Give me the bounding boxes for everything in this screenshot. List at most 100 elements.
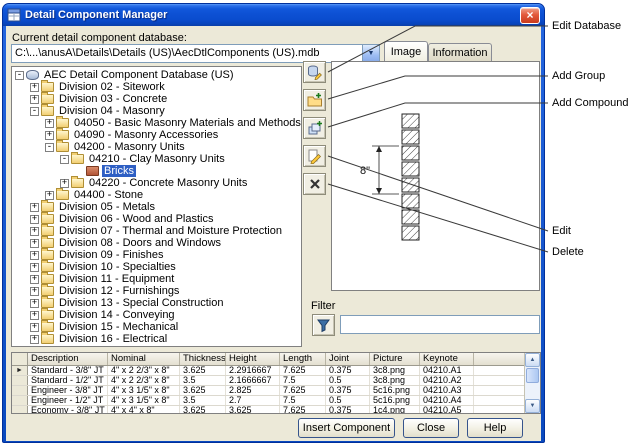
expand-icon[interactable]: + bbox=[30, 286, 39, 296]
expand-icon[interactable]: + bbox=[30, 334, 39, 344]
table-cell: 3c8.png bbox=[370, 366, 420, 375]
add-compound-button[interactable] bbox=[303, 117, 326, 139]
expand-icon[interactable]: + bbox=[30, 274, 39, 284]
expand-icon[interactable]: + bbox=[45, 118, 54, 128]
window-icon bbox=[7, 8, 21, 22]
tree-item[interactable]: + Division 02 - Sitework bbox=[12, 80, 301, 93]
tree-item[interactable]: + Division 13 - Special Construction bbox=[12, 296, 301, 309]
detail-component-manager-window: Detail Component Manager × Current detai… bbox=[2, 3, 545, 443]
column-header[interactable]: Picture bbox=[370, 353, 420, 365]
table-cell: 7.625 bbox=[280, 366, 326, 375]
tree-item[interactable]: +04400 - Stone bbox=[12, 188, 301, 201]
folder-icon bbox=[41, 224, 54, 236]
expand-icon[interactable]: + bbox=[60, 178, 69, 188]
folder-icon bbox=[41, 212, 54, 224]
grid-scrollbar[interactable]: ▲ ▼ bbox=[524, 353, 540, 413]
close-icon[interactable]: × bbox=[520, 6, 540, 24]
expand-icon[interactable]: + bbox=[30, 250, 39, 260]
edit-database-button[interactable] bbox=[303, 61, 326, 83]
column-header[interactable]: Nominal bbox=[108, 353, 180, 365]
tab-information[interactable]: Information bbox=[428, 43, 492, 61]
tree-item[interactable]: + Division 08 - Doors and Windows bbox=[12, 236, 301, 249]
table-cell: 3c8.png bbox=[370, 376, 420, 385]
expand-icon[interactable]: + bbox=[30, 298, 39, 308]
row-selector[interactable] bbox=[12, 406, 28, 413]
collapse-icon[interactable]: - bbox=[60, 154, 69, 164]
tree-item[interactable]: + Division 09 - Finishes bbox=[12, 248, 301, 261]
edit-button[interactable] bbox=[303, 145, 326, 167]
help-button[interactable]: Help bbox=[467, 418, 523, 438]
row-selector[interactable]: ► bbox=[12, 366, 28, 375]
table-row[interactable]: ► Standard - 3/8" JT 4" x 2 2/3" x 8" 3.625… bbox=[12, 366, 540, 376]
column-header[interactable]: Description bbox=[28, 353, 108, 365]
expand-icon[interactable]: + bbox=[30, 82, 39, 92]
delete-button[interactable] bbox=[303, 173, 326, 195]
expand-icon[interactable]: + bbox=[30, 202, 39, 212]
row-selector[interactable] bbox=[12, 396, 28, 405]
table-cell: Engineer - 1/2" JT bbox=[28, 396, 108, 405]
column-header[interactable]: Keynote bbox=[420, 353, 474, 365]
filter-button[interactable] bbox=[312, 314, 335, 336]
add-group-button[interactable] bbox=[303, 89, 326, 111]
expand-icon[interactable]: + bbox=[30, 214, 39, 224]
collapse-icon[interactable]: - bbox=[15, 70, 24, 80]
tree-item[interactable]: - AEC Detail Component Database (US) bbox=[12, 69, 301, 81]
edit-database-icon bbox=[307, 65, 322, 80]
tree-item[interactable]: + Division 06 - Wood and Plastics bbox=[12, 212, 301, 225]
insert-component-button[interactable]: Insert Component bbox=[298, 418, 395, 438]
column-header[interactable]: Height bbox=[226, 353, 280, 365]
expand-icon[interactable]: + bbox=[30, 310, 39, 320]
table-row[interactable]: Engineer - 1/2" JT 4" x 3 1/5" x 8" 3.5 2.7… bbox=[12, 396, 540, 406]
row-selector[interactable] bbox=[12, 386, 28, 395]
folder-icon bbox=[41, 272, 54, 284]
tree-item-label: Division 03 - Concrete bbox=[59, 93, 168, 105]
tree-item[interactable]: + Division 03 - Concrete bbox=[12, 92, 301, 105]
expand-icon[interactable]: + bbox=[30, 226, 39, 236]
chevron-down-icon[interactable]: ▼ bbox=[362, 45, 379, 62]
filter-input[interactable] bbox=[340, 315, 540, 334]
collapse-icon[interactable]: - bbox=[45, 142, 54, 152]
table-row[interactable]: Standard - 1/2" JT 4" x 2 2/3" x 8" 3.5 2.1… bbox=[12, 376, 540, 386]
tree-item[interactable]: + Division 16 - Electrical bbox=[12, 332, 301, 345]
table-row[interactable]: Engineer - 3/8" JT 4" x 3 1/5" x 8" 3.625 2… bbox=[12, 386, 540, 396]
callout-add-compound: Add Compound bbox=[552, 97, 629, 109]
expand-icon[interactable]: + bbox=[30, 238, 39, 248]
folder-icon bbox=[41, 296, 54, 308]
dimension-label: 8" bbox=[360, 165, 370, 177]
expand-icon[interactable]: + bbox=[30, 94, 39, 104]
table-row[interactable]: Economy - 3/8" JT 4" x 4" x 8" 3.625 3.625 7… bbox=[12, 406, 540, 413]
expand-icon[interactable]: + bbox=[30, 322, 39, 332]
tree-item[interactable]: + Division 10 - Specialties bbox=[12, 260, 301, 273]
preview-panel: 8" bbox=[331, 61, 540, 291]
close-dialog-button[interactable]: Close bbox=[403, 418, 459, 438]
tree-item[interactable]: + Division 14 - Conveying bbox=[12, 308, 301, 321]
scrollbar-thumb[interactable] bbox=[526, 368, 539, 383]
column-header[interactable]: Length bbox=[280, 353, 326, 365]
tree-item[interactable]: + Division 05 - Metals bbox=[12, 200, 301, 213]
tree-item[interactable]: - 04200 - Masonry Units bbox=[12, 140, 301, 153]
folder-icon bbox=[71, 176, 84, 188]
row-selector[interactable] bbox=[12, 376, 28, 385]
scroll-up-icon[interactable]: ▲ bbox=[525, 353, 540, 367]
scroll-down-icon[interactable]: ▼ bbox=[525, 399, 540, 413]
tree-item[interactable]: - 04210 - Clay Masonry Units bbox=[12, 152, 301, 165]
delete-icon bbox=[309, 179, 320, 189]
table-cell: Standard - 3/8" JT bbox=[28, 366, 108, 375]
callout-delete: Delete bbox=[552, 246, 584, 258]
tab-image[interactable]: Image bbox=[384, 41, 428, 61]
tree-item[interactable]: + Division 11 - Equipment bbox=[12, 272, 301, 285]
components-grid: Description Nominal Thickness Height Len… bbox=[11, 352, 541, 414]
collapse-icon[interactable]: - bbox=[30, 106, 39, 116]
expand-icon[interactable]: + bbox=[45, 130, 54, 140]
folder-icon bbox=[41, 200, 54, 212]
tree-item[interactable]: Bricks bbox=[12, 165, 301, 177]
column-header[interactable]: Thickness bbox=[180, 353, 226, 365]
tree-item[interactable]: + Division 15 - Mechanical bbox=[12, 320, 301, 333]
expand-icon[interactable]: + bbox=[45, 190, 54, 200]
expand-icon[interactable]: + bbox=[30, 262, 39, 272]
column-header[interactable]: Joint bbox=[326, 353, 370, 365]
dimension bbox=[372, 145, 399, 195]
tree-item[interactable]: + Division 12 - Furnishings bbox=[12, 284, 301, 297]
titlebar[interactable]: Detail Component Manager × bbox=[3, 4, 544, 26]
tree-item[interactable]: + Division 07 - Thermal and Moisture Prot… bbox=[12, 224, 301, 237]
